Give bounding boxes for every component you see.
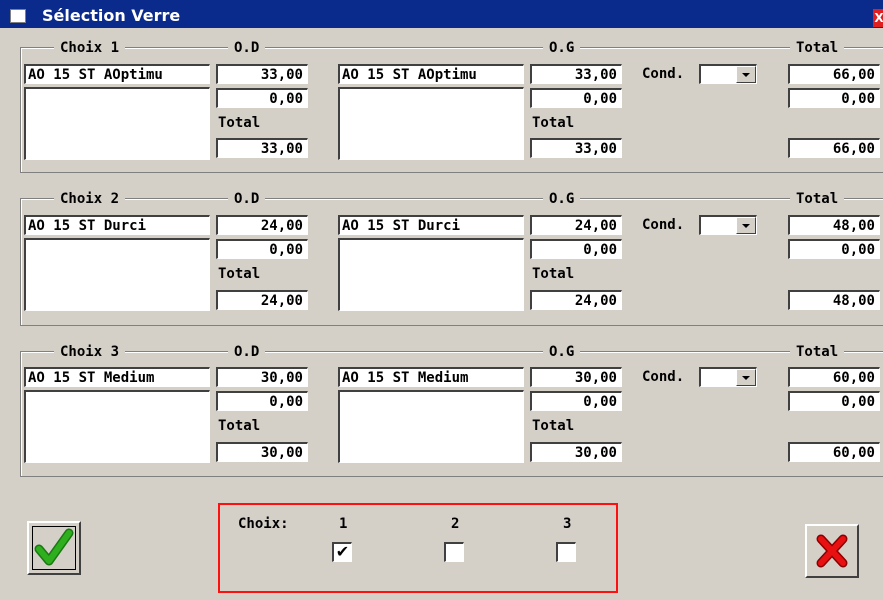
od-header: O.D — [228, 343, 266, 361]
od-supplement-field[interactable]: 0,00 — [216, 391, 308, 411]
od-notes-field[interactable] — [24, 238, 210, 311]
window-icon[interactable] — [10, 9, 26, 23]
og-total-label: Total — [532, 115, 575, 131]
og-supplement-field[interactable]: 0,00 — [530, 391, 622, 411]
od-description-field[interactable]: AO 15 ST AOptimu — [24, 64, 210, 84]
selection-verre-dialog: Sélection Verre X Choix 1 O.D O.G Total … — [0, 0, 883, 600]
og-total-field[interactable]: 24,00 — [530, 290, 622, 310]
od-header: O.D — [228, 39, 266, 57]
total-price-field[interactable]: 60,00 — [788, 367, 880, 387]
total-price-field[interactable]: 48,00 — [788, 215, 880, 235]
title-bar[interactable]: Sélection Verre X — [0, 0, 883, 28]
choix-label: Choix: — [238, 516, 289, 532]
cond-label: Cond. — [642, 217, 685, 233]
og-supplement-field[interactable]: 0,00 — [530, 239, 622, 259]
od-total-field[interactable]: 30,00 — [216, 442, 308, 462]
choix-1-checkbox[interactable]: ✔ — [332, 542, 352, 562]
cond-dropdown[interactable] — [699, 367, 757, 387]
window-title: Sélection Verre — [42, 6, 181, 25]
og-notes-field[interactable] — [338, 238, 524, 311]
group-label: Choix 2 — [54, 190, 126, 208]
od-price-field[interactable]: 30,00 — [216, 367, 308, 387]
og-header: O.G — [543, 190, 581, 208]
od-price-field[interactable]: 33,00 — [216, 64, 308, 84]
og-description-field[interactable]: AO 15 ST Durci — [338, 215, 524, 235]
od-total-label: Total — [218, 115, 261, 131]
og-header: O.G — [543, 39, 581, 57]
od-notes-field[interactable] — [24, 87, 210, 160]
cond-dropdown[interactable] — [699, 215, 757, 235]
group-label: Choix 3 — [54, 343, 126, 361]
cond-label: Cond. — [642, 66, 685, 82]
od-header: O.D — [228, 190, 266, 208]
close-icon[interactable]: X — [873, 9, 883, 27]
og-total-field[interactable]: 30,00 — [530, 442, 622, 462]
og-notes-field[interactable] — [338, 390, 524, 463]
og-description-field[interactable]: AO 15 ST Medium — [338, 367, 524, 387]
og-supplement-field[interactable]: 0,00 — [530, 88, 622, 108]
od-description-field[interactable]: AO 15 ST Medium — [24, 367, 210, 387]
od-total-field[interactable]: 33,00 — [216, 138, 308, 158]
og-total-label: Total — [532, 418, 575, 434]
total-supplement-field[interactable]: 0,00 — [788, 239, 880, 259]
chevron-down-icon[interactable] — [736, 66, 756, 83]
og-total-field[interactable]: 33,00 — [530, 138, 622, 158]
og-price-field[interactable]: 33,00 — [530, 64, 622, 84]
od-notes-field[interactable] — [24, 390, 210, 463]
og-price-field[interactable]: 24,00 — [530, 215, 622, 235]
og-price-field[interactable]: 30,00 — [530, 367, 622, 387]
od-supplement-field[interactable]: 0,00 — [216, 88, 308, 108]
og-description-field[interactable]: AO 15 ST AOptimu — [338, 64, 524, 84]
group-label: Choix 1 — [54, 39, 126, 57]
validate-button[interactable] — [27, 521, 81, 575]
red-x-icon — [816, 534, 848, 568]
grand-total-field[interactable]: 48,00 — [788, 290, 880, 310]
total-header: Total — [790, 190, 845, 208]
choix-option-3-label: 3 — [563, 516, 572, 532]
od-total-label: Total — [218, 266, 261, 282]
total-supplement-field[interactable]: 0,00 — [788, 88, 880, 108]
choix-option-2-label: 2 — [451, 516, 460, 532]
od-description-field[interactable]: AO 15 ST Durci — [24, 215, 210, 235]
green-check-icon — [34, 528, 74, 566]
og-header: O.G — [543, 343, 581, 361]
chevron-down-icon[interactable] — [736, 369, 756, 386]
grand-total-field[interactable]: 66,00 — [788, 138, 880, 158]
chevron-down-icon[interactable] — [736, 217, 756, 234]
od-total-field[interactable]: 24,00 — [216, 290, 308, 310]
choix-option-1-label: 1 — [339, 516, 348, 532]
cond-dropdown[interactable] — [699, 64, 757, 84]
og-total-label: Total — [532, 266, 575, 282]
od-supplement-field[interactable]: 0,00 — [216, 239, 308, 259]
total-price-field[interactable]: 66,00 — [788, 64, 880, 84]
og-notes-field[interactable] — [338, 87, 524, 160]
od-price-field[interactable]: 24,00 — [216, 215, 308, 235]
total-header: Total — [790, 343, 845, 361]
cond-label: Cond. — [642, 369, 685, 385]
cancel-button[interactable] — [805, 524, 859, 578]
od-total-label: Total — [218, 418, 261, 434]
total-supplement-field[interactable]: 0,00 — [788, 391, 880, 411]
total-header: Total — [790, 39, 845, 57]
grand-total-field[interactable]: 60,00 — [788, 442, 880, 462]
choix-2-checkbox[interactable] — [444, 542, 464, 562]
choix-3-checkbox[interactable] — [556, 542, 576, 562]
